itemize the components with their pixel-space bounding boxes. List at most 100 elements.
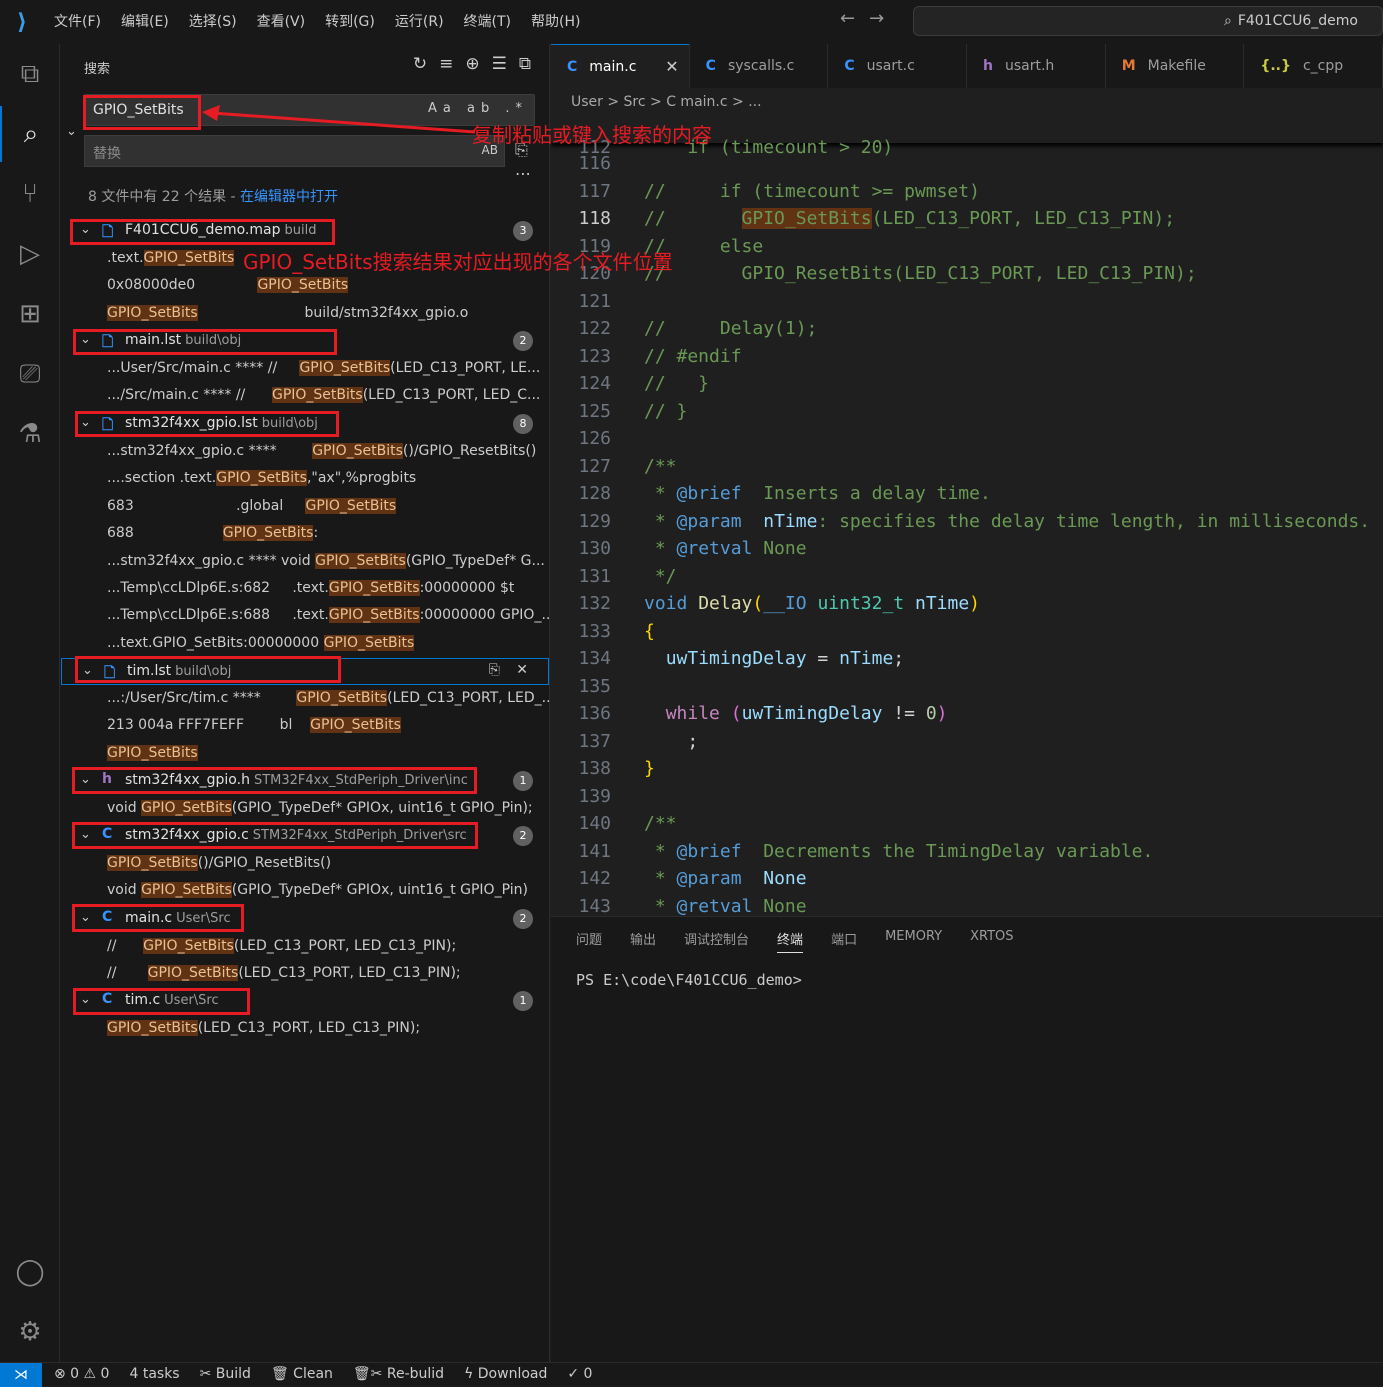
remote-icon[interactable]: ⋊ [0, 1363, 42, 1387]
forward-arrow-icon[interactable]: → [869, 8, 898, 29]
match-highlight: GPIO_SetBits [328, 607, 420, 624]
panel-tab[interactable]: 问题 [576, 929, 602, 953]
more-options-icon[interactable]: ⋯ [515, 164, 531, 183]
refresh-icon[interactable]: ↻ [413, 54, 427, 74]
menu-item[interactable]: 查看(V) [247, 0, 316, 44]
close-icon[interactable]: ✕ [665, 57, 678, 76]
clean-button[interactable]: 🗑 Clean [271, 1366, 333, 1382]
problems-status[interactable]: ⊗ 0 ⚠ 0 [54, 1366, 109, 1382]
result-line[interactable]: 213 004a FFF7FEFF bl GPIO_SetBits [60, 713, 549, 740]
result-line[interactable]: .../Src/main.c **** // GPIO_SetBits(LED_… [60, 383, 549, 410]
run-debug-icon[interactable]: ▷ [0, 226, 60, 282]
result-line-text: // GPIO_SetBits(LED_C13_PORT, LED_C13_PI… [107, 938, 456, 954]
annotation-box-file [73, 329, 337, 355]
code-line: 129 * @param nTime: specifies the delay … [578, 511, 1371, 532]
extensions-icon[interactable]: ⊞ [0, 286, 60, 342]
editor-tab[interactable]: {..} c_cpp [1244, 44, 1383, 88]
explorer-icon[interactable]: ⧉ [0, 46, 60, 102]
editor-tab[interactable]: Cusart.c [828, 44, 968, 88]
menu-item[interactable]: 转到(G) [315, 0, 385, 44]
result-line[interactable]: // GPIO_SetBits(LED_C13_PORT, LED_C13_PI… [60, 961, 549, 988]
result-line[interactable]: 688 GPIO_SetBits: [60, 521, 549, 548]
result-line[interactable]: ...Temp\ccLDlp6E.s:682 .text.GPIO_SetBit… [60, 576, 549, 603]
command-center[interactable]: ⌕ F401CCU6_demo [913, 6, 1383, 36]
annotation-box-file [72, 904, 244, 932]
back-arrow-icon[interactable]: ← [840, 8, 869, 29]
menu-item[interactable]: 终端(T) [454, 0, 521, 44]
result-line[interactable]: ...stm32f4xx_gpio.c **** void GPIO_SetBi… [60, 549, 549, 576]
replace-all-icon[interactable]: ⎘ [489, 662, 500, 678]
bottom-panel: 问题 输出 调试控制台 终端 端口 MEMORY XRTOS PS E:\code\F401… [551, 916, 1383, 1362]
annotation-box-file [75, 411, 339, 437]
result-line-text: 213 004a FFF7FEFF bl GPIO_SetBits [107, 717, 401, 734]
menu-item[interactable]: 运行(R) [385, 0, 454, 44]
search-icon[interactable]: ⌕ [0, 106, 60, 162]
testing-icon[interactable]: ⚗ [0, 406, 60, 462]
match-highlight: GPIO_SetBits [312, 443, 403, 459]
result-line[interactable]: void GPIO_SetBits(GPIO_TypeDef* GPIOx, u… [60, 796, 549, 823]
toggle-replace-chevron-icon[interactable]: ⌄ [66, 124, 77, 139]
result-count-badge: 2 [513, 909, 533, 929]
tools-icon: ✂ [199, 1366, 212, 1382]
download-button[interactable]: ϟ Download [464, 1366, 547, 1382]
dismiss-icon[interactable]: ✕ [516, 662, 528, 678]
menu-item[interactable]: 文件(F) [44, 0, 111, 44]
code-editor[interactable]: 112 if (timecount > 20) 116 117// if (ti… [551, 116, 1383, 916]
menu-item[interactable]: 帮助(H) [521, 0, 590, 44]
result-line[interactable]: GPIO_SetBits(LED_C13_PORT, LED_C13_PIN); [60, 1016, 549, 1043]
code-line: 143 * @retval None [578, 896, 807, 916]
panel-tab[interactable]: 调试控制台 [684, 929, 749, 953]
panel-tab[interactable]: XRTOS [970, 929, 1013, 953]
source-control-icon[interactable]: ⑂ [0, 166, 60, 222]
result-line-text: GPIO_SetBits()/GPIO_ResetBits() [107, 855, 331, 871]
panel-tab[interactable]: 终端 [777, 929, 804, 953]
match-prefix: // [107, 938, 144, 954]
annotation-box-file [70, 219, 335, 245]
check-status[interactable]: ✓ 0 [567, 1366, 592, 1382]
result-line[interactable]: ...:/User/Src/tim.c **** GPIO_SetBits(LE… [60, 686, 549, 713]
annotation-box-search [83, 95, 201, 130]
code-line: 139 [578, 786, 611, 807]
rebuild-button[interactable]: 🗑✂ Re-bulid [353, 1366, 444, 1382]
account-icon[interactable]: ◯ [0, 1244, 60, 1300]
result-line[interactable]: 683 .global GPIO_SetBits [60, 494, 549, 521]
remote-explorer-icon[interactable]: ⎚ [0, 346, 60, 402]
menu-item[interactable]: 编辑(E) [111, 0, 179, 44]
result-line-text: ...text.GPIO_SetBits:00000000 GPIO_SetBi… [107, 634, 415, 651]
code-line: 122// Delay(1); [578, 318, 818, 339]
editor-tab[interactable]: Csyscalls.c [690, 44, 829, 88]
result-line[interactable]: ...stm32f4xx_gpio.c **** GPIO_SetBits()/… [60, 439, 549, 466]
view-as-tree-icon[interactable]: ☰ [492, 54, 507, 74]
panel-tab[interactable]: 端口 [831, 929, 857, 953]
collapse-all-icon[interactable]: ⧉ [519, 54, 531, 74]
result-line[interactable]: ...Temp\ccLDlp6E.s:688 .text.GPIO_SetBit… [60, 603, 549, 630]
terminal-prompt[interactable]: PS E:\code\F401CCU6_demo> [576, 971, 802, 989]
breadcrumb[interactable]: User > Src > C main.c > ... [551, 88, 1383, 116]
editor-tab[interactable]: Cmain.c ✕ [551, 44, 690, 88]
editor-tab[interactable]: h usart.h [967, 44, 1106, 88]
open-in-editor-link[interactable]: 在编辑器中打开 [240, 189, 338, 205]
menu-item[interactable]: 选择(S) [179, 0, 247, 44]
match-prefix: ...Temp\ccLDlp6E.s:682 .text. [107, 580, 329, 596]
match-suffix: (GPIO_TypeDef* GPIOx, uint16_t GPIO_Pin)… [231, 800, 533, 816]
code-line: 136 while (uwTimingDelay != 0) [578, 703, 948, 724]
new-search-editor-icon[interactable]: ⊕ [465, 54, 479, 74]
result-line[interactable]: // GPIO_SetBits(LED_C13_PORT, LED_C13_PI… [60, 934, 549, 961]
result-line[interactable]: GPIO_SetBits build/stm32f4xx_gpio.o [60, 301, 549, 328]
build-button[interactable]: ✂ Build [200, 1366, 251, 1382]
clear-results-icon[interactable]: ≡ [439, 54, 453, 74]
settings-gear-icon[interactable]: ⚙ [0, 1304, 60, 1360]
result-line[interactable]: ...User/Src/main.c **** // GPIO_SetBits(… [60, 356, 549, 383]
result-line[interactable]: 0x08000de0 GPIO_SetBits [60, 273, 549, 300]
result-line[interactable]: void GPIO_SetBits(GPIO_TypeDef* GPIOx, u… [60, 878, 549, 905]
result-line[interactable]: GPIO_SetBits [60, 741, 549, 768]
editor-tab[interactable]: M Makefile [1106, 44, 1245, 88]
tasks-status[interactable]: 4 tasks [129, 1366, 179, 1382]
annotation-results: GPIO_SetBits搜索结果对应出现的各个文件位置 [243, 250, 673, 274]
panel-tab[interactable]: MEMORY [885, 929, 942, 953]
result-line[interactable]: ....section .text.GPIO_SetBits,"ax",%pro… [60, 466, 549, 493]
result-line[interactable]: GPIO_SetBits()/GPIO_ResetBits() [60, 851, 549, 878]
panel-tab[interactable]: 输出 [630, 929, 656, 953]
result-line[interactable]: ...text.GPIO_SetBits:00000000 GPIO_SetBi… [60, 631, 549, 658]
match-highlight: GPIO_SetBits [216, 470, 307, 487]
